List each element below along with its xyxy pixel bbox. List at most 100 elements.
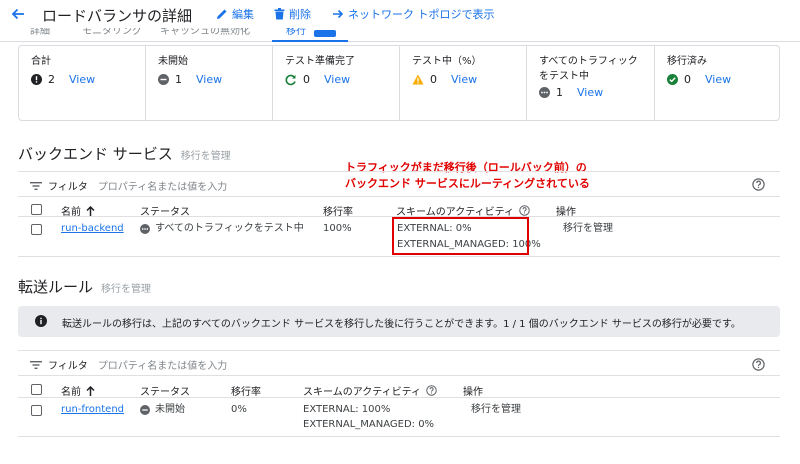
trash-icon [274, 8, 285, 20]
tab-strip: 詳細 モニタリング キャッシュの無効化 移行 [0, 28, 800, 42]
divider [18, 397, 780, 398]
card-total: 合計 2 View [19, 46, 145, 120]
view-link[interactable]: View [451, 73, 477, 86]
topology-label: ネットワーク トポロジで表示 [348, 8, 495, 21]
section-title: バックエンド サービス [18, 145, 173, 163]
column-label: 名前 [61, 387, 81, 398]
filter-label: フィルタ [48, 361, 88, 372]
tab-monitoring[interactable]: モニタリング [82, 28, 142, 37]
info-banner: 転送ルールの移行は、上記のすべてのバックエンド サービスを移行した後に行うことが… [18, 306, 780, 337]
active-tab-indicator [272, 40, 348, 42]
card-title: テスト準備完了 [285, 56, 355, 67]
status-text: 未開始 [155, 404, 185, 415]
pencil-icon [216, 8, 228, 20]
column-header-rate: 移行率 [231, 387, 261, 398]
annotation-line: トラフィックがまだ移行後（ロールバック前）の [345, 161, 587, 174]
minus-circle-icon [158, 74, 169, 85]
card-title: 合計 [31, 56, 51, 67]
view-link[interactable]: View [69, 73, 95, 86]
card-testing-percent: テスト中（%） 0 View [399, 46, 526, 120]
view-link[interactable]: View [577, 86, 603, 99]
card-migrated: 移行済み 0 View [654, 46, 779, 120]
help-icon[interactable] [519, 205, 530, 216]
divider [18, 350, 780, 351]
status-cell: すべてのトラフィックをテスト中 [140, 222, 304, 236]
frontend-name-link[interactable]: run-frontend [61, 403, 124, 417]
tab-migration[interactable]: 移行 [286, 28, 306, 37]
card-ready-to-test: テスト準備完了 0 View [272, 46, 399, 120]
card-not-started: 未開始 1 View [145, 46, 272, 120]
manage-migration-link[interactable]: 移行を管理 [181, 147, 231, 162]
edit-button[interactable]: 編集 [216, 6, 254, 22]
divider [18, 375, 780, 376]
warning-icon [412, 74, 424, 85]
edit-label: 編集 [232, 8, 254, 21]
manage-migration-link[interactable]: 移行を管理 [101, 280, 151, 295]
check-circle-icon [667, 74, 678, 85]
card-title: 移行済み [667, 56, 707, 67]
column-header-status: ステータス [140, 387, 190, 398]
tab-cache-invalidation[interactable]: キャッシュの無効化 [160, 28, 250, 37]
rate-cell: 0% [231, 404, 247, 415]
divider [18, 256, 780, 257]
card-count: 0 [430, 73, 437, 86]
row-checkbox[interactable] [31, 224, 42, 235]
minus-circle-icon [140, 405, 150, 415]
card-title: すべてのトラフィックをテスト中 [539, 56, 638, 82]
divider [18, 196, 780, 197]
scheme-activity-cell: EXTERNAL: 100% EXTERNAL_MANAGED: 0% [303, 403, 434, 432]
card-title: テスト中（%） [412, 56, 482, 67]
divider [18, 171, 780, 172]
manage-migration-link[interactable]: 移行を管理 [563, 222, 613, 236]
info-text: 転送ルールの移行は、上記のすべてのバックエンド サービスを移行した後に行うことが… [62, 319, 741, 330]
backend-services-heading: バックエンド サービス 移行を管理 [18, 143, 231, 164]
filter-icon [30, 360, 42, 370]
card-testing-all-traffic: すべてのトラフィックをテスト中 1 View [526, 46, 654, 120]
filter-label: フィルタ [48, 182, 88, 193]
column-header-name[interactable]: 名前 [61, 383, 95, 398]
help-icon[interactable] [752, 358, 766, 372]
row-checkbox[interactable] [31, 405, 42, 416]
pending-icon [140, 224, 150, 234]
annotation-line: バックエンド サービスにルーティングされている [345, 177, 590, 190]
section-title: 転送ルール [18, 278, 94, 296]
view-link[interactable]: View [324, 73, 350, 86]
scheme-line: EXTERNAL: 100% [303, 404, 391, 415]
page-title: ロードバランサの詳細 [42, 7, 193, 25]
column-header-scheme: スキームのアクティビティ [303, 383, 437, 398]
help-icon[interactable] [752, 178, 766, 192]
tab-details[interactable]: 詳細 [30, 28, 50, 37]
new-badge [314, 30, 336, 37]
column-header-actions: 操作 [463, 387, 483, 398]
annotation-note: トラフィックがまだ移行後（ロールバック前）の バックエンド サービスにルーティン… [345, 160, 590, 192]
network-topology-button[interactable]: ネットワーク トポロジで表示 [332, 6, 495, 22]
arrow-right-icon [332, 8, 344, 20]
manage-migration-link[interactable]: 移行を管理 [471, 403, 521, 417]
status-cell: 未開始 [140, 403, 185, 417]
view-link[interactable]: View [705, 73, 731, 86]
forwarding-filter-bar[interactable]: フィルタ プロパティ名または値を入力 [30, 357, 227, 372]
card-count: 1 [175, 73, 182, 86]
help-icon[interactable] [426, 385, 437, 396]
select-all-checkbox[interactable] [31, 204, 42, 215]
forwarding-rules-heading: 転送ルール 移行を管理 [18, 276, 151, 297]
error-icon [31, 74, 42, 85]
divider [18, 436, 780, 437]
back-arrow-icon[interactable] [10, 6, 26, 22]
filter-input[interactable]: プロパティ名または値を入力 [98, 178, 227, 193]
info-icon [35, 315, 47, 327]
card-count: 0 [303, 73, 310, 86]
select-all-checkbox[interactable] [31, 384, 42, 395]
delete-button[interactable]: 削除 [274, 6, 311, 22]
pending-icon [539, 87, 550, 98]
status-text: すべてのトラフィックをテスト中 [155, 223, 304, 234]
view-link[interactable]: View [196, 73, 222, 86]
card-title: 未開始 [158, 56, 188, 67]
backend-filter-bar[interactable]: フィルタ プロパティ名または値を入力 [30, 178, 227, 193]
backend-name-link[interactable]: run-backend [61, 222, 124, 236]
sort-arrow-up-icon [86, 385, 95, 396]
column-label: スキームのアクティビティ [303, 387, 421, 398]
filter-input[interactable]: プロパティ名または値を入力 [98, 357, 227, 372]
scheme-line: EXTERNAL_MANAGED: 0% [303, 419, 435, 430]
card-count: 1 [556, 86, 563, 99]
